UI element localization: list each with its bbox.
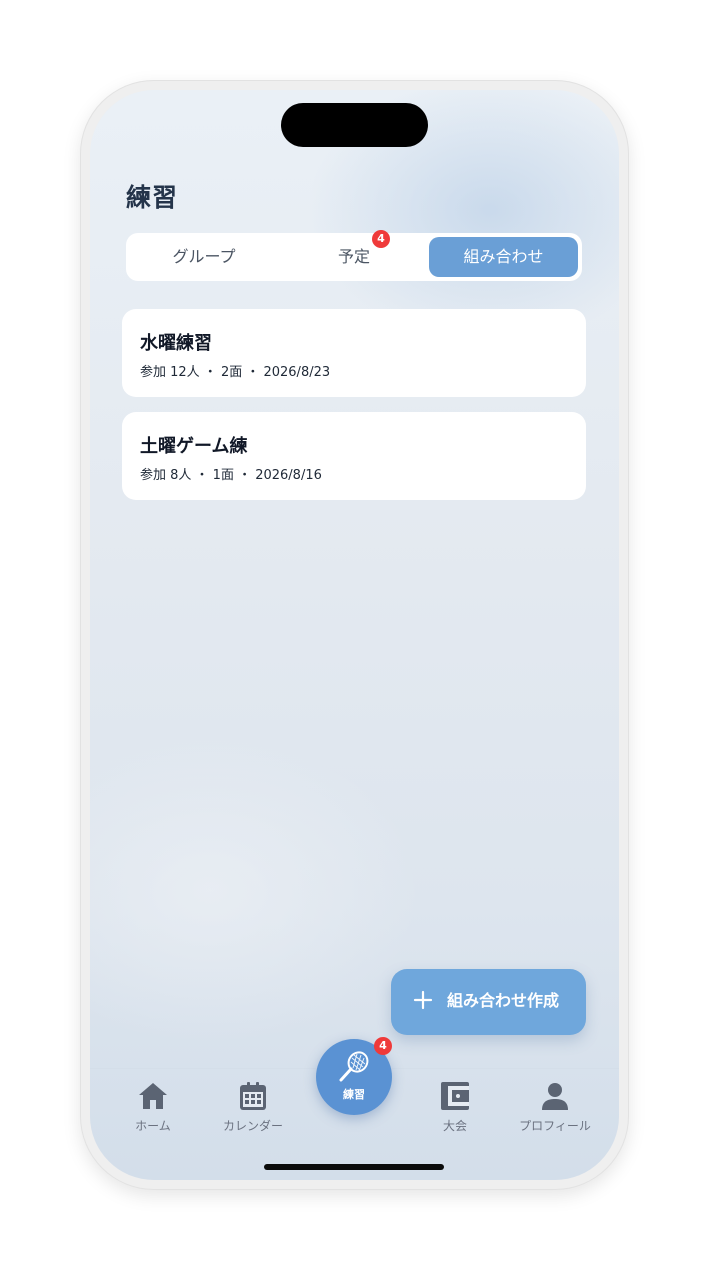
calendar-icon [240, 1082, 266, 1110]
schedule-badge: 4 [372, 230, 390, 248]
segment-groups[interactable]: グループ [130, 237, 278, 277]
plus-icon [413, 983, 433, 1018]
tab-tournament[interactable]: 大会 [410, 1081, 500, 1134]
practice-badge: 4 [374, 1037, 392, 1055]
tennis-racket-icon [339, 1051, 369, 1082]
tab-practice-center-button[interactable]: 練習 4 [316, 1037, 392, 1115]
card-title: 水曜練習 [140, 333, 212, 354]
tab-calendar-label: カレンダー [222, 1119, 283, 1133]
segment-groups-label: グループ [172, 247, 236, 266]
tab-practice-label: 練習 [343, 1088, 365, 1101]
create-pairing-label: 組み合わせ作成 [447, 991, 560, 1010]
tab-home[interactable]: ホーム [108, 1081, 198, 1134]
tab-tournament-label: 大会 [442, 1119, 467, 1133]
pairing-card[interactable]: 水曜練習 参加 12人 ・ 2面 ・ 2026/8/23 [122, 309, 586, 397]
create-pairing-button[interactable]: 組み合わせ作成 [391, 969, 586, 1035]
pairing-card[interactable]: 土曜ゲーム練 参加 8人 ・ 1面 ・ 2026/8/16 [122, 412, 586, 500]
segment-pairings[interactable]: 組み合わせ [429, 237, 578, 277]
card-meta: 参加 12人 ・ 2面 ・ 2026/8/23 [140, 365, 331, 380]
segment-schedule-label: 予定 [337, 247, 370, 266]
wallet-icon [441, 1082, 469, 1110]
home-indicator [264, 1164, 444, 1170]
phone-frame: 練習 グループ 予定 4 組み合わせ 水曜練習 参加 12人 ・ 2面 ・ 20… [80, 80, 629, 1190]
tab-profile-label: プロフィール [519, 1119, 591, 1133]
app-screen: 練習 グループ 予定 4 組み合わせ 水曜練習 参加 12人 ・ 2面 ・ 20… [90, 90, 619, 1180]
tab-home-label: ホーム [135, 1119, 171, 1133]
segment-pairings-label: 組み合わせ [463, 247, 544, 266]
segmented-control: グループ 予定 4 組み合わせ [126, 230, 582, 281]
dynamic-island [281, 103, 428, 147]
tab-profile[interactable]: プロフィール [510, 1081, 600, 1134]
card-title: 土曜ゲーム練 [140, 436, 248, 457]
home-icon [139, 1083, 167, 1109]
card-meta: 参加 8人 ・ 1面 ・ 2026/8/16 [140, 468, 322, 483]
page-title: 練習 [126, 183, 179, 212]
segment-schedule-label-wrap: 予定 4 [337, 230, 390, 277]
segment-schedule[interactable]: 予定 4 [278, 230, 430, 277]
tab-calendar[interactable]: カレンダー [208, 1081, 298, 1134]
person-icon [542, 1083, 568, 1110]
